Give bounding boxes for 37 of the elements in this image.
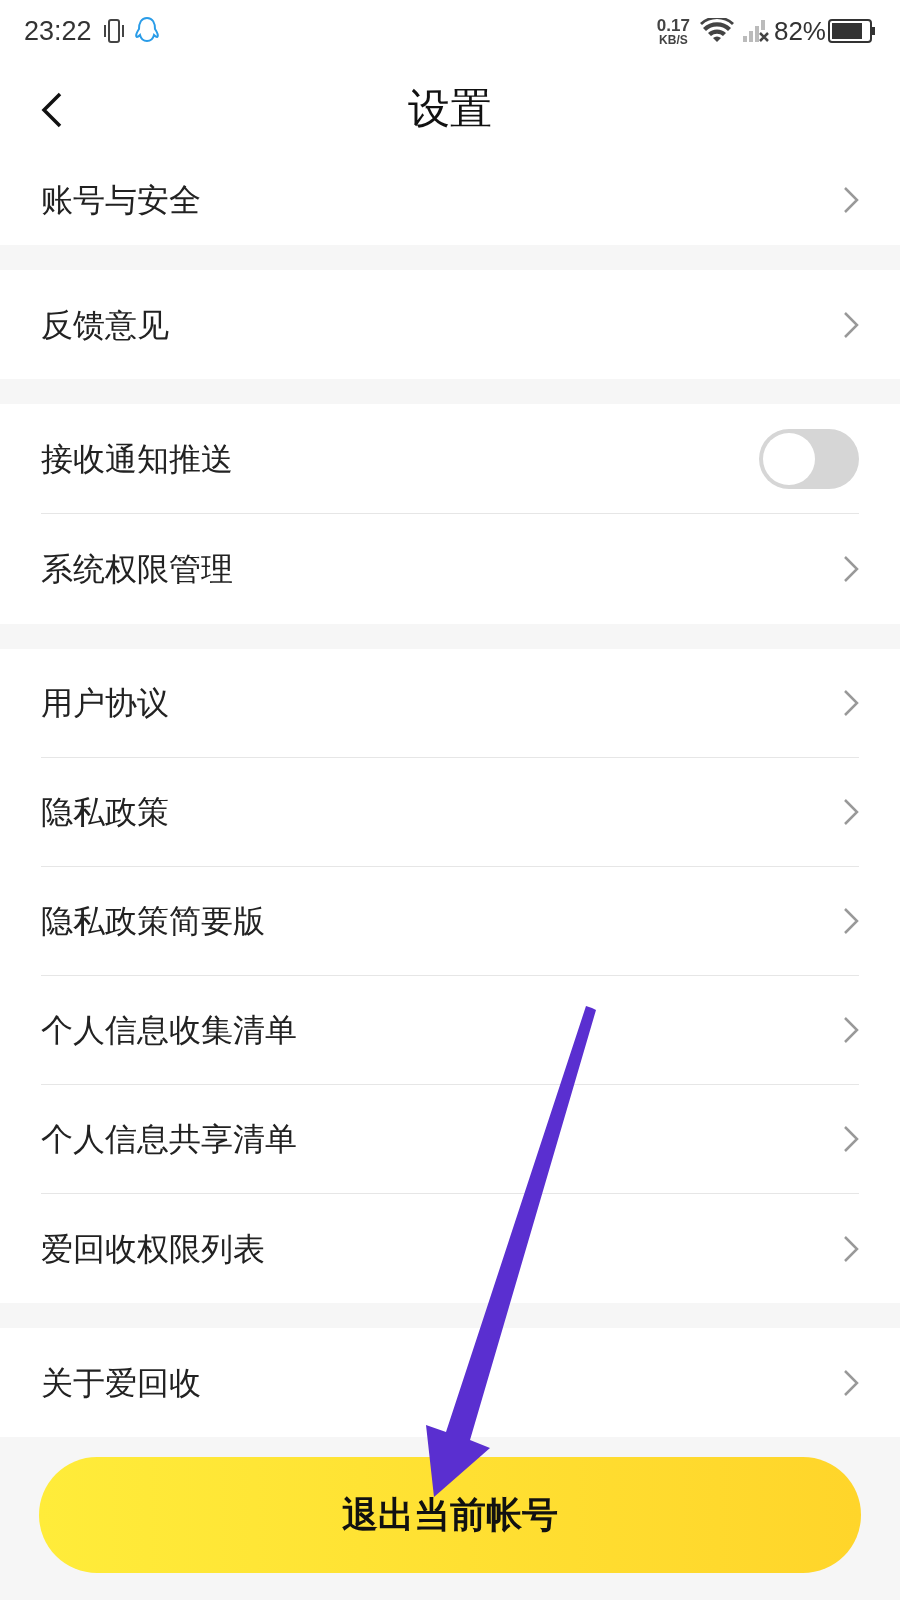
chevron-icon <box>843 1125 859 1153</box>
chevron-icon <box>843 798 859 826</box>
logout-button[interactable]: 退出当前帐号 <box>39 1457 861 1573</box>
signal-icon <box>741 18 770 44</box>
chevron-icon <box>843 689 859 717</box>
vibrate-icon <box>101 17 126 45</box>
wifi-icon <box>699 18 734 44</box>
battery-percent: 82% <box>773 14 826 48</box>
row-label: 隐私政策 <box>41 793 169 832</box>
row-label: 个人信息共享清单 <box>41 1120 297 1159</box>
row-label: 爱回收权限列表 <box>41 1229 265 1269</box>
chevron-icon <box>843 907 859 935</box>
row-label: 用户协议 <box>41 684 169 723</box>
chevron-icon <box>843 1016 859 1044</box>
settings-row[interactable]: 接收通知推送 <box>41 404 859 514</box>
settings-row[interactable]: 用户协议 <box>41 649 859 758</box>
row-label: 关于爱回收 <box>41 1363 201 1403</box>
settings-row[interactable]: 系统权限管理 <box>41 514 859 624</box>
row-label: 反馈意见 <box>41 305 169 345</box>
row-label: 接收通知推送 <box>41 439 233 479</box>
network-unit: KB/S <box>659 33 688 46</box>
row-label: 个人信息收集清单 <box>41 1011 297 1050</box>
settings-row[interactable]: 隐私政策 <box>41 758 859 867</box>
row-label: 系统权限管理 <box>41 550 233 589</box>
row-label: 隐私政策简要版 <box>41 902 265 941</box>
row-label: 账号与安全 <box>41 180 201 220</box>
chevron-icon <box>843 310 859 339</box>
battery-icon <box>828 19 876 43</box>
page-title: 设置 <box>408 83 492 134</box>
network-speed: 0.17 <box>656 16 690 34</box>
chevron-icon <box>843 1368 859 1397</box>
status-time: 23:22 <box>24 14 92 48</box>
settings-row[interactable]: 隐私政策简要版 <box>41 867 859 976</box>
settings-row[interactable]: 爱回收权限列表 <box>41 1194 859 1303</box>
chevron-icon <box>843 555 859 583</box>
chevron-icon <box>843 1234 859 1263</box>
chevron-icon <box>843 185 859 214</box>
